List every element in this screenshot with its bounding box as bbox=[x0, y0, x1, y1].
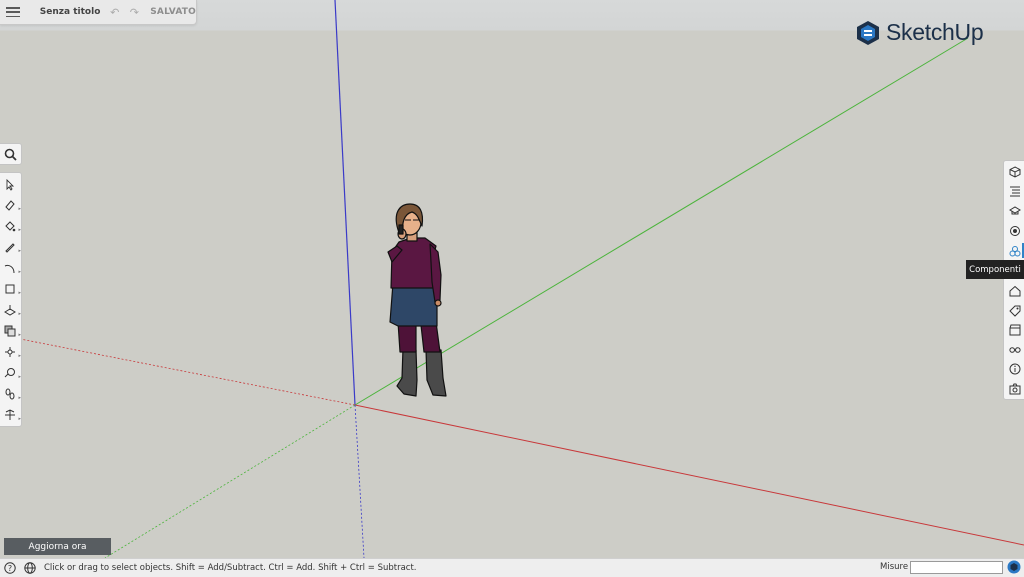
left-toolbar: ▸ ▸ ▸ ▸ ▸ ▸ ▸ ▸ ▸ ▸ ▸ bbox=[0, 172, 22, 427]
measurements-label: Misure bbox=[880, 562, 909, 572]
scenes-panel-button[interactable] bbox=[1007, 322, 1022, 337]
clapperboard-icon bbox=[1009, 324, 1020, 335]
title-panel: Senza titolo ↶ ↷ SALVATO bbox=[0, 0, 197, 25]
house-icon bbox=[1009, 285, 1020, 296]
components-icon bbox=[1009, 245, 1020, 256]
entity-info-panel-button[interactable] bbox=[1007, 164, 1022, 179]
rectangle-tool[interactable]: ▸ bbox=[3, 282, 21, 296]
scene-canvas[interactable] bbox=[0, 0, 1024, 558]
help-icon[interactable]: ? bbox=[4, 562, 16, 574]
sketchup-small-logo-icon[interactable] bbox=[1007, 560, 1021, 574]
footprints-icon bbox=[5, 388, 15, 400]
materials-panel-button[interactable] bbox=[1007, 223, 1022, 238]
eraser-icon bbox=[5, 200, 15, 211]
glasses-icon bbox=[1008, 346, 1021, 353]
graduation-cap-icon bbox=[1008, 205, 1021, 214]
right-panel-toolbar bbox=[1003, 160, 1024, 400]
rectangle-icon bbox=[5, 284, 15, 294]
styles-panel-button[interactable] bbox=[1007, 283, 1022, 298]
push-pull-tool[interactable]: ▸ bbox=[3, 303, 21, 317]
3d-viewport[interactable] bbox=[0, 0, 1024, 558]
model-info-panel-button[interactable] bbox=[1007, 361, 1022, 376]
red-axis-negative bbox=[0, 334, 356, 406]
export-panel-button[interactable] bbox=[1007, 381, 1022, 396]
pencil-tool[interactable]: ▸ bbox=[3, 240, 21, 254]
tags-panel-button[interactable] bbox=[1007, 303, 1022, 318]
document-title[interactable]: Senza titolo bbox=[40, 7, 105, 17]
sketchup-logo: SketchUp bbox=[856, 19, 984, 46]
update-now-button[interactable]: Aggiorna ora bbox=[4, 538, 111, 555]
blue-axis bbox=[334, 0, 356, 406]
offset-icon bbox=[4, 325, 16, 337]
sketchup-logo-icon bbox=[857, 20, 879, 45]
status-message: Click or drag to select objects. Shift =… bbox=[44, 563, 417, 573]
arc-tool[interactable]: ▸ bbox=[3, 261, 21, 275]
orbit-tool[interactable]: ▸ bbox=[3, 408, 21, 422]
green-axis-negative bbox=[104, 404, 356, 558]
svg-text:?: ? bbox=[8, 564, 12, 573]
move-icon bbox=[5, 347, 15, 357]
pencil-icon bbox=[5, 243, 15, 253]
save-status: SALVATO bbox=[150, 7, 196, 17]
redo-icon[interactable]: ↷ bbox=[125, 6, 145, 19]
paint-bucket-icon bbox=[5, 221, 16, 232]
offset-tool[interactable]: ▸ bbox=[3, 324, 21, 338]
camera-export-icon bbox=[1009, 383, 1020, 394]
walk-tool[interactable]: ▸ bbox=[3, 387, 21, 401]
outliner-panel-button[interactable] bbox=[1007, 183, 1022, 198]
brand-name: SketchUp bbox=[886, 19, 984, 45]
green-axis bbox=[354, 37, 969, 406]
globe-icon[interactable] bbox=[24, 562, 36, 574]
push-pull-icon bbox=[4, 305, 16, 316]
undo-icon[interactable]: ↶ bbox=[105, 6, 125, 19]
display-panel-button[interactable] bbox=[1007, 342, 1022, 357]
components-panel-button[interactable] bbox=[1007, 243, 1024, 258]
info-icon bbox=[1009, 363, 1020, 374]
status-bar: ? Click or drag to select objects. Shift… bbox=[0, 558, 1024, 577]
tape-measure-icon bbox=[4, 368, 15, 378]
instructor-panel-button[interactable] bbox=[1007, 203, 1022, 218]
select-tool[interactable] bbox=[3, 178, 17, 192]
move-tool[interactable]: ▸ bbox=[3, 345, 21, 359]
red-axis bbox=[354, 404, 1024, 546]
measurements-input[interactable] bbox=[910, 561, 1003, 574]
cursor-arrow-icon bbox=[6, 179, 15, 191]
cube-icon bbox=[1009, 165, 1020, 178]
search-icon bbox=[4, 148, 17, 161]
paint-bucket-tool[interactable]: ▸ bbox=[3, 219, 21, 233]
person-figure bbox=[387, 203, 447, 397]
blue-axis-negative bbox=[354, 404, 365, 558]
hamburger-menu-icon[interactable] bbox=[6, 7, 20, 17]
eraser-tool[interactable]: ▸ bbox=[3, 198, 21, 212]
search-button[interactable] bbox=[0, 143, 22, 165]
materials-icon bbox=[1009, 225, 1020, 236]
components-tooltip: Componenti bbox=[966, 260, 1024, 279]
orbit-icon bbox=[5, 409, 15, 420]
tag-icon bbox=[1008, 305, 1020, 317]
tape-measure-tool[interactable]: ▸ bbox=[3, 366, 21, 380]
outliner-icon bbox=[1009, 186, 1020, 196]
arc-icon bbox=[4, 264, 15, 274]
